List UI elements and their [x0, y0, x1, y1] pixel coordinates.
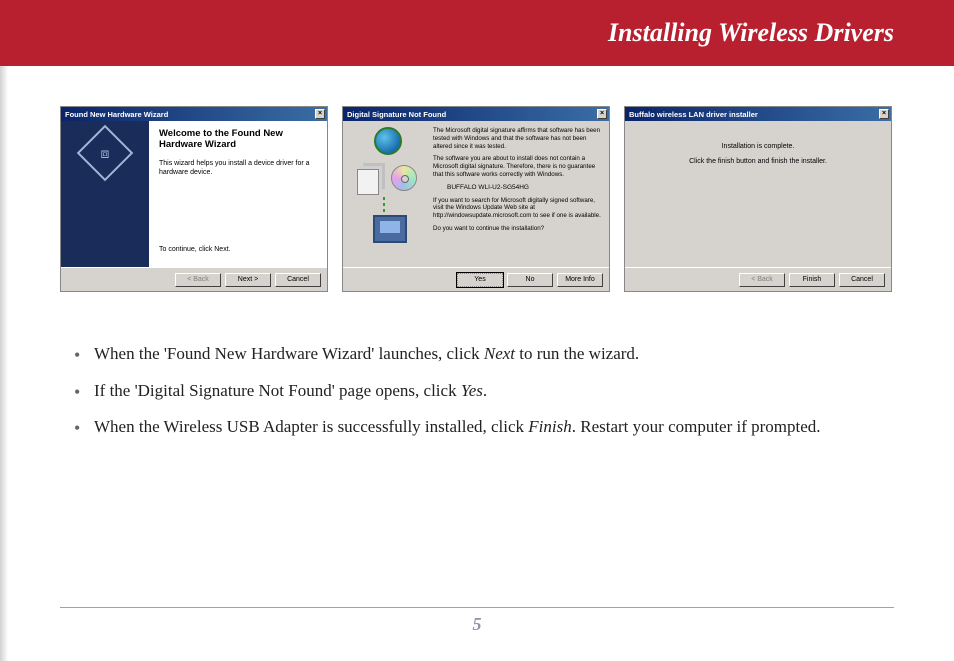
- wizard-content: Welcome to the Found New Hardware Wizard…: [149, 121, 327, 267]
- back-button[interactable]: < Back: [175, 273, 221, 287]
- signature-text: The Microsoft digital signature affirms …: [433, 127, 603, 261]
- close-icon[interactable]: ×: [879, 109, 889, 119]
- wizard-heading: Welcome to the Found New Hardware Wizard: [159, 129, 317, 151]
- dialog-body: ⧈ Welcome to the Found New Hardware Wiza…: [61, 121, 327, 267]
- page-shadow: [0, 66, 8, 661]
- text: . Restart your computer if prompted.: [572, 417, 821, 436]
- emphasis: Yes: [461, 381, 483, 400]
- finish-button[interactable]: Finish: [789, 273, 835, 287]
- text: to run the wizard.: [515, 344, 639, 363]
- arrow-icon: [383, 197, 385, 217]
- back-button[interactable]: < Back: [739, 273, 785, 287]
- sig-p3: If you want to search for Microsoft digi…: [433, 197, 603, 220]
- sig-p2: The software you are about to install do…: [433, 155, 603, 178]
- cancel-button[interactable]: Cancel: [275, 273, 321, 287]
- instruction-item: If the 'Digital Signature Not Found' pag…: [66, 379, 888, 404]
- sig-p1: The Microsoft digital signature affirms …: [433, 127, 603, 150]
- emphasis: Finish: [528, 417, 571, 436]
- dialog-title: Found New Hardware Wizard: [65, 110, 168, 119]
- more-info-button[interactable]: More Info: [557, 273, 603, 287]
- page-title: Installing Wireless Drivers: [608, 18, 894, 48]
- docs-icon: [357, 169, 379, 195]
- installer-complete-dialog: Buffalo wireless LAN driver installer × …: [624, 106, 892, 292]
- content-area: Found New Hardware Wizard × ⧈ Welcome to…: [0, 66, 954, 440]
- wizard-sidebar: ⧈: [61, 121, 149, 267]
- footer: 5: [60, 607, 894, 635]
- page-number: 5: [473, 614, 482, 634]
- cd-icon: [391, 165, 417, 191]
- device-name: BUFFALO WLI-U2-SG54HG: [433, 184, 603, 192]
- digital-signature-dialog: Digital Signature Not Found × The Micros…: [342, 106, 610, 292]
- text: When the Wireless USB Adapter is success…: [94, 417, 528, 436]
- instruction-item: When the 'Found New Hardware Wizard' lau…: [66, 342, 888, 367]
- wizard-continue: To continue, click Next.: [159, 246, 317, 253]
- yes-button[interactable]: Yes: [457, 273, 503, 287]
- next-button[interactable]: Next >: [225, 273, 271, 287]
- no-button[interactable]: No: [507, 273, 553, 287]
- dialog-body: Installation is complete. Click the fini…: [625, 121, 891, 267]
- sig-p4: Do you want to continue the installation…: [433, 225, 603, 233]
- text: When the 'Found New Hardware Wizard' lau…: [94, 344, 484, 363]
- button-row: < Back Next > Cancel: [61, 267, 327, 291]
- titlebar: Buffalo wireless LAN driver installer ×: [625, 107, 891, 121]
- hardware-icon: ⧈: [77, 125, 134, 182]
- signature-graphic: [349, 127, 427, 261]
- header-bar: Installing Wireless Drivers: [0, 0, 954, 66]
- button-row: < Back Finish Cancel: [625, 267, 891, 291]
- dialog-row: Found New Hardware Wizard × ⧈ Welcome to…: [60, 106, 894, 292]
- emphasis: Next: [484, 344, 515, 363]
- install-complete-text: Installation is complete.: [722, 143, 795, 150]
- dialog-title: Buffalo wireless LAN driver installer: [629, 110, 758, 119]
- install-graphic: [353, 163, 423, 243]
- dialog-body: The Microsoft digital signature affirms …: [343, 121, 609, 267]
- close-icon[interactable]: ×: [597, 109, 607, 119]
- found-new-hardware-dialog: Found New Hardware Wizard × ⧈ Welcome to…: [60, 106, 328, 292]
- titlebar: Found New Hardware Wizard ×: [61, 107, 327, 121]
- install-finish-text: Click the finish button and finish the i…: [689, 158, 827, 165]
- computer-icon: [373, 215, 407, 243]
- globe-icon: [374, 127, 402, 155]
- text: .: [483, 381, 487, 400]
- cancel-button[interactable]: Cancel: [839, 273, 885, 287]
- instruction-list: When the 'Found New Hardware Wizard' lau…: [60, 342, 894, 440]
- button-row: Yes No More Info: [343, 267, 609, 291]
- titlebar: Digital Signature Not Found ×: [343, 107, 609, 121]
- wizard-text: This wizard helps you install a device d…: [159, 159, 317, 177]
- text: If the 'Digital Signature Not Found' pag…: [94, 381, 461, 400]
- instruction-item: When the Wireless USB Adapter is success…: [66, 415, 888, 440]
- close-icon[interactable]: ×: [315, 109, 325, 119]
- dialog-title: Digital Signature Not Found: [347, 110, 446, 119]
